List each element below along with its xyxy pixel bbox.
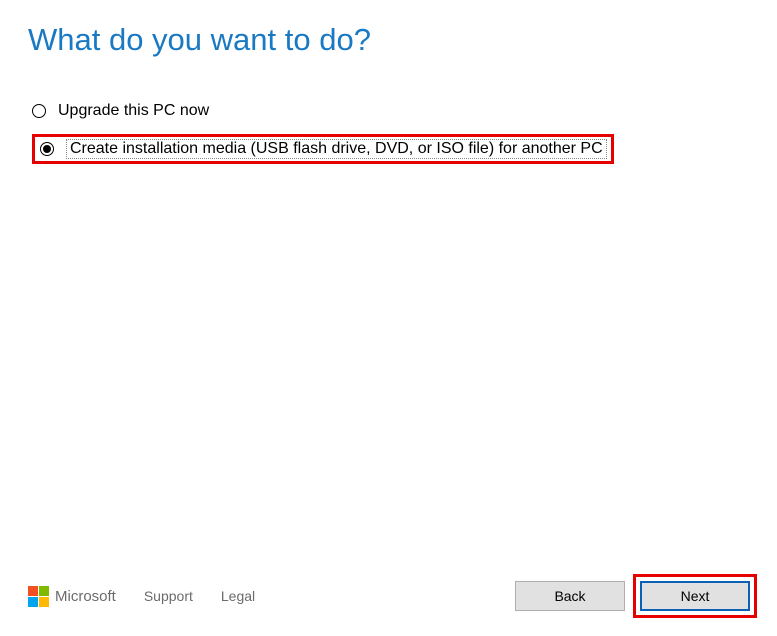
brand-text: Microsoft (55, 588, 116, 605)
back-button[interactable]: Back (515, 581, 625, 611)
page-title: What do you want to do? (28, 22, 749, 58)
footer: Microsoft Support Legal Back Next (28, 574, 757, 618)
next-highlight: Next (633, 574, 757, 618)
wizard-buttons: Back Next (515, 574, 757, 618)
option-create-media-label: Create installation media (USB flash dri… (66, 139, 607, 159)
option-upgrade-row[interactable]: Upgrade this PC now (32, 100, 749, 122)
radio-icon-selected (40, 142, 54, 156)
option-upgrade-label: Upgrade this PC now (58, 102, 209, 120)
options-group: Upgrade this PC now Create installation … (32, 100, 749, 164)
microsoft-logo-icon (28, 586, 49, 607)
next-button[interactable]: Next (640, 581, 750, 611)
support-link[interactable]: Support (144, 588, 193, 604)
radio-icon (32, 104, 46, 118)
legal-link[interactable]: Legal (221, 588, 255, 604)
option-create-media-row[interactable]: Create installation media (USB flash dri… (32, 134, 614, 164)
